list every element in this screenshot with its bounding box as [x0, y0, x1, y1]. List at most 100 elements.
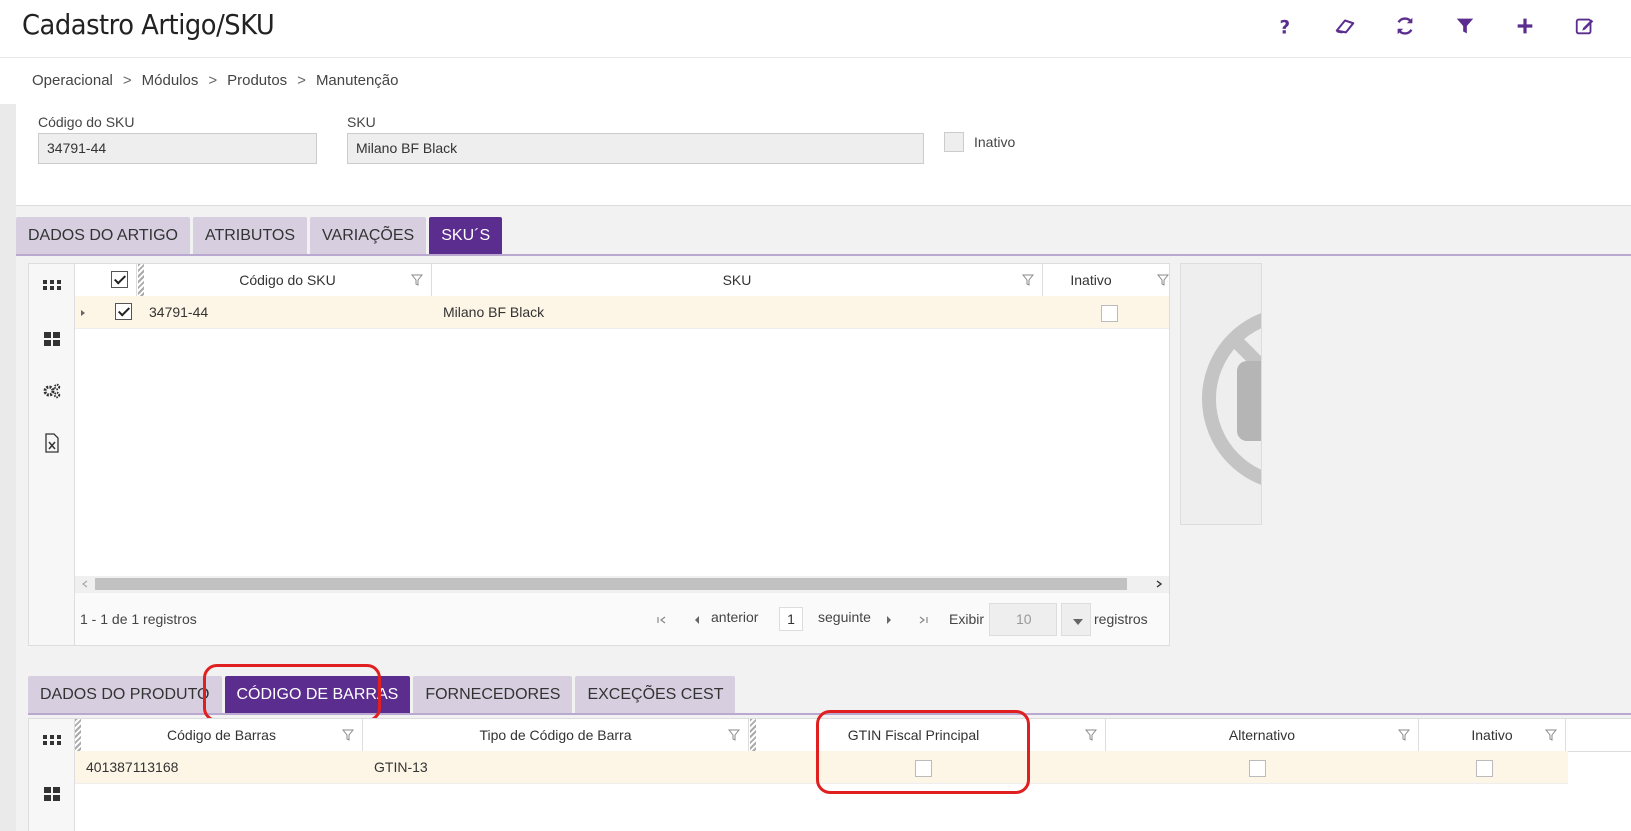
prev-page-link[interactable]: anterior	[711, 609, 758, 625]
filter-icon[interactable]	[342, 729, 354, 741]
no-image-icon	[1202, 313, 1261, 485]
scrollbar-thumb[interactable]	[95, 578, 1127, 590]
inactive-checkbox[interactable]	[944, 132, 964, 152]
edit-icon	[1575, 18, 1594, 35]
row-barcode: 401387113168	[86, 759, 179, 775]
gears-icon	[43, 383, 61, 399]
tab-excecoes-cest[interactable]: EXCEÇÕES CEST	[575, 676, 736, 713]
col-barcode-type-label: Tipo de Código de Barra	[479, 727, 632, 743]
col-alternative[interactable]: Alternativo	[1106, 719, 1419, 752]
records-summary: 1 - 1 de 1 registros	[80, 611, 197, 627]
col-sku-label: SKU	[722, 272, 752, 288]
current-page[interactable]: 1	[779, 607, 803, 631]
card-view-button[interactable]	[41, 783, 63, 805]
question-icon: ?	[1280, 17, 1291, 37]
breadcrumb-operacional[interactable]: Operacional	[32, 72, 113, 89]
col-alternative-label: Alternativo	[1228, 727, 1296, 743]
add-button[interactable]	[1509, 10, 1541, 42]
breadcrumb-separator: >	[208, 72, 218, 89]
col-sku-code-label: Código do SKU	[239, 272, 336, 288]
sub-tabs: DADOS DO PRODUTO CÓDIGO DE BARRAS FORNEC…	[28, 676, 736, 713]
main-tabs-underline	[16, 254, 1631, 256]
tab-variacoes[interactable]: VARIAÇÕES	[310, 217, 427, 254]
last-page-icon[interactable]	[918, 615, 928, 625]
row-select-checkbox[interactable]	[115, 303, 132, 320]
table-row[interactable]: 34791-44 Milano BF Black	[75, 296, 1169, 329]
filter-icon[interactable]	[1157, 274, 1169, 286]
col-barcode[interactable]: Código de Barras	[81, 719, 363, 752]
tab-fornecedores[interactable]: FORNECEDORES	[413, 676, 573, 713]
breadcrumb: Operacional > Módulos > Produtos > Manut…	[32, 72, 399, 89]
filter-icon[interactable]	[1545, 729, 1557, 741]
grid-view-button[interactable]	[41, 731, 63, 753]
select-all-column	[75, 264, 137, 297]
col-gtin-main[interactable]: GTIN Fiscal Principal	[756, 719, 1106, 752]
eraser-icon	[1335, 19, 1355, 34]
excel-icon	[45, 433, 59, 453]
tab-atributos[interactable]: ATRIBUTOS	[192, 217, 308, 254]
table-row[interactable]: 401387113168 GTIN-13	[75, 751, 1568, 784]
product-image-placeholder	[1180, 263, 1262, 525]
show-label: Exibir	[949, 611, 985, 627]
main-tabs: DADOS DO ARTIGO ATRIBUTOS VARIAÇÕES SKU´…	[16, 217, 503, 254]
filter-button[interactable]	[1449, 10, 1481, 42]
col-barcode-label: Código de Barras	[167, 727, 276, 743]
expand-row-icon[interactable]	[79, 309, 87, 317]
plus-icon	[1517, 18, 1533, 34]
sub-tabs-underline	[28, 713, 1631, 715]
scroll-right-icon[interactable]	[1155, 580, 1163, 588]
col-sku[interactable]: SKU	[432, 264, 1043, 297]
filter-icon[interactable]	[1022, 274, 1034, 286]
page-size-dropdown-arrow[interactable]	[1061, 603, 1091, 636]
first-page-icon[interactable]	[657, 615, 667, 625]
filter-icon[interactable]	[1398, 729, 1410, 741]
refresh-button[interactable]	[1389, 10, 1421, 42]
next-page-icon[interactable]	[885, 615, 893, 625]
row-inactive-checkbox[interactable]	[1101, 305, 1118, 322]
clear-button[interactable]	[1329, 10, 1361, 42]
records-label: registros	[1094, 611, 1148, 627]
filter-icon[interactable]	[728, 729, 740, 741]
sku-code-label: Código do SKU	[38, 114, 135, 130]
tab-dados-do-artigo[interactable]: DADOS DO ARTIGO	[16, 217, 190, 254]
filter-icon[interactable]	[1085, 729, 1097, 741]
tab-dados-do-produto[interactable]: DADOS DO PRODUTO	[28, 676, 222, 713]
breadcrumb-produtos[interactable]: Produtos	[227, 72, 287, 89]
col-sku-code[interactable]: Código do SKU	[144, 264, 432, 297]
col-barcode-inactive-label: Inativo	[1471, 727, 1513, 743]
col-inactive-label: Inativo	[1070, 272, 1112, 288]
tab-skus[interactable]: SKU´S	[429, 217, 503, 254]
sku-code-input[interactable]: 34791-44	[38, 133, 317, 164]
export-excel-button[interactable]	[41, 432, 63, 454]
prev-page-icon[interactable]	[693, 615, 701, 625]
row-alternative-checkbox[interactable]	[1249, 760, 1266, 777]
filter-icon[interactable]	[411, 274, 423, 286]
select-all-checkbox[interactable]	[111, 271, 128, 288]
grid-view-button[interactable]	[41, 276, 63, 298]
col-barcode-type[interactable]: Tipo de Código de Barra	[363, 719, 749, 752]
page-size-select[interactable]: 10	[989, 603, 1057, 636]
row-barcode-type: GTIN-13	[374, 759, 428, 775]
tab-codigo-de-barras[interactable]: CÓDIGO DE BARRAS	[224, 676, 411, 713]
col-inactive[interactable]: Inativo	[1043, 264, 1169, 297]
breadcrumb-separator: >	[122, 72, 132, 89]
breadcrumb-separator: >	[297, 72, 306, 89]
horizontal-scrollbar[interactable]	[75, 576, 1169, 592]
help-button[interactable]: ?	[1269, 10, 1301, 42]
grid-icon	[43, 735, 61, 745]
page-title: Cadastro Artigo/SKU	[22, 8, 275, 41]
col-barcode-inactive[interactable]: Inativo	[1419, 719, 1566, 752]
breadcrumb-modulos[interactable]: Módulos	[142, 72, 199, 89]
settings-button[interactable]	[41, 380, 63, 402]
pager-bar: 1 - 1 de 1 registros anterior 1 seguinte…	[75, 592, 1169, 645]
sku-form: Código do SKU 34791-44 SKU Milano BF Bla…	[16, 104, 1631, 206]
next-page-link[interactable]: seguinte	[818, 609, 871, 625]
grid-icon	[43, 280, 61, 290]
card-view-button[interactable]	[41, 328, 63, 350]
row-barcode-inactive-checkbox[interactable]	[1476, 760, 1493, 777]
scroll-left-icon[interactable]	[81, 580, 89, 588]
sku-input[interactable]: Milano BF Black	[347, 133, 924, 164]
edit-button[interactable]	[1569, 10, 1601, 42]
left-strip	[0, 104, 16, 831]
row-gtin-main-checkbox[interactable]	[915, 760, 932, 777]
